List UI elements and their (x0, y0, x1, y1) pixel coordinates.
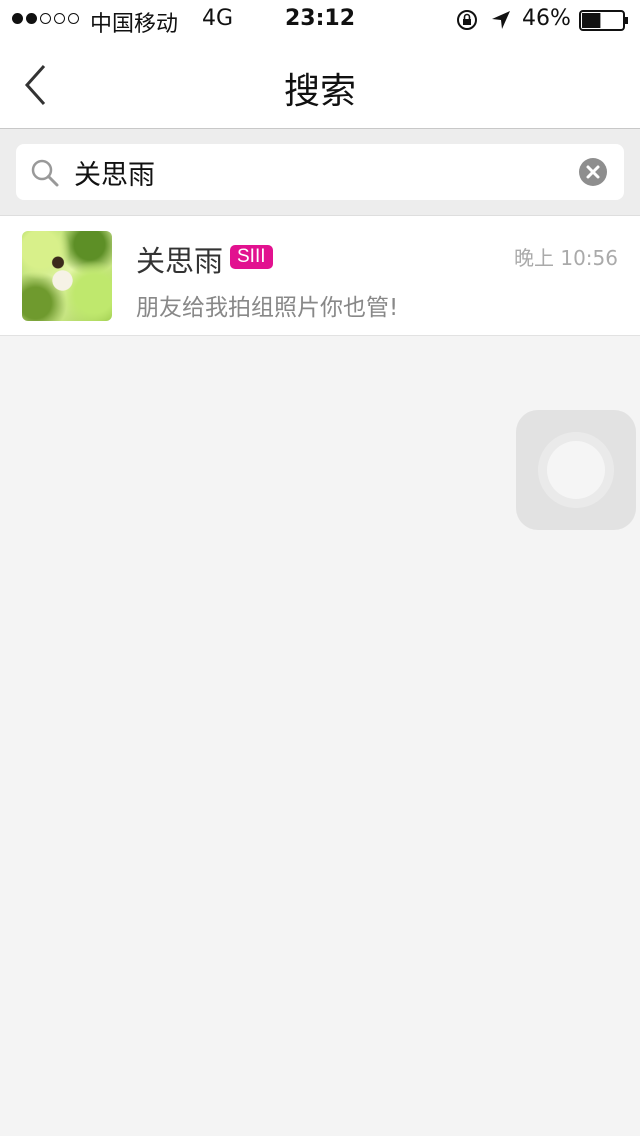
page-title: 搜索 (283, 71, 356, 112)
battery-percent: 46% (522, 6, 571, 31)
clear-icon[interactable] (578, 157, 608, 187)
status-bar: 中国移动 4G 23:12 46% (0, 0, 640, 40)
assistive-touch-center (547, 441, 605, 499)
lock-rotation-icon (457, 10, 477, 30)
message-time: 晚上 10:56 (514, 246, 618, 270)
last-message: 朋友给我拍组照片你也管! (136, 295, 399, 321)
list-item[interactable]: 关思雨 SIII 晚上 10:56 朋友给我拍组照片你也管! (0, 216, 640, 336)
search-area (0, 129, 640, 216)
battery-icon (579, 10, 628, 31)
location-icon (492, 11, 510, 29)
search-icon (31, 159, 59, 187)
search-input[interactable] (74, 150, 554, 194)
level-badge: SIII (230, 245, 273, 269)
avatar (22, 231, 112, 321)
assistive-touch-button[interactable] (516, 410, 636, 530)
navigation-bar: 搜索 (0, 40, 640, 129)
contact-name: 关思雨 (136, 244, 224, 278)
search-box[interactable] (16, 144, 624, 200)
